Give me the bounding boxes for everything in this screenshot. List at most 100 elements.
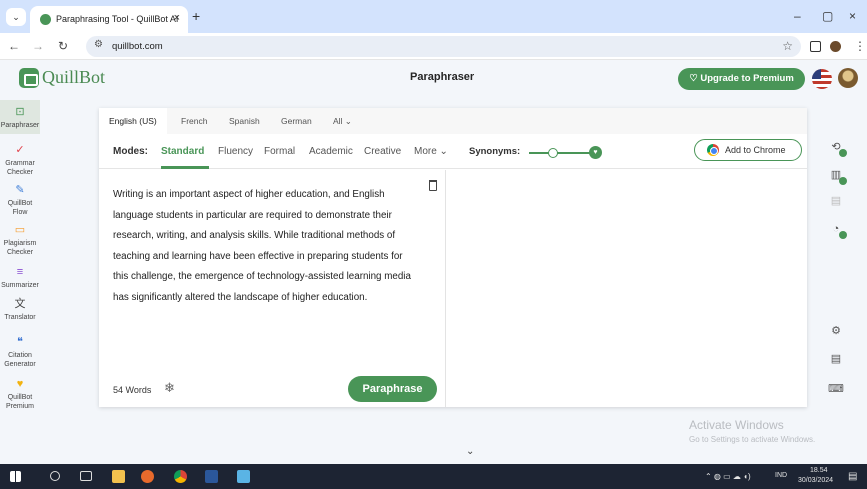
active-mode-indicator bbox=[161, 166, 209, 169]
close-window-button[interactable]: × bbox=[849, 10, 856, 22]
system-tray-icons[interactable]: ⌃ ◍ ▭ ☁ ◖) bbox=[705, 472, 751, 481]
maximize-button[interactable]: ▢ bbox=[822, 10, 833, 22]
site-info-icon[interactable]: ⚙ bbox=[94, 39, 103, 50]
chevron-down-icon[interactable]: ⌄ bbox=[466, 446, 474, 457]
settings-icon[interactable]: ⚙ bbox=[828, 324, 844, 338]
notifications-icon[interactable]: ▤ bbox=[848, 471, 857, 482]
mode-creative[interactable]: Creative bbox=[364, 146, 401, 157]
reload-icon[interactable]: ↻ bbox=[58, 39, 68, 53]
quillbot-favicon-icon bbox=[40, 14, 51, 25]
mode-academic[interactable]: Academic bbox=[309, 146, 353, 157]
upgrade-to-premium-button[interactable]: ♡ Upgrade to Premium bbox=[678, 68, 805, 90]
add-to-chrome-button[interactable]: Add to Chrome bbox=[694, 139, 802, 161]
output-panel[interactable] bbox=[446, 170, 807, 407]
profile-avatar-icon[interactable] bbox=[830, 41, 841, 52]
activate-windows-subtitle: Go to Settings to activate Windows. bbox=[689, 435, 816, 444]
tab-all-languages[interactable]: All ⌄ bbox=[333, 116, 352, 127]
synonyms-label: Synonyms: bbox=[469, 146, 521, 157]
chrome-taskbar-icon[interactable] bbox=[174, 470, 187, 483]
history-icon[interactable]: ⟲ bbox=[828, 140, 847, 157]
url-text[interactable]: quillbot.com bbox=[112, 41, 163, 52]
synonyms-slider-thumb[interactable] bbox=[548, 148, 558, 158]
browser-tab[interactable]: Paraphrasing Tool - QuillBot AI × bbox=[30, 6, 188, 33]
input-language[interactable]: IND bbox=[775, 472, 787, 479]
statistics-icon[interactable]: ▤ bbox=[828, 194, 844, 208]
task-view-icon[interactable] bbox=[80, 471, 92, 481]
user-avatar[interactable] bbox=[838, 68, 858, 88]
summarizer-icon: ≡ bbox=[16, 266, 24, 278]
input-text[interactable]: Writing is an important aspect of higher… bbox=[113, 185, 418, 308]
tab-english-us[interactable]: English (US) bbox=[99, 108, 167, 134]
plagiarism-icon: ▭ bbox=[14, 224, 26, 236]
compare-icon[interactable]: ▥ bbox=[828, 168, 847, 185]
paraphraser-card: English (US) French Spanish German All ⌄… bbox=[99, 108, 807, 407]
sidebar-item-label: Grammar Checker bbox=[5, 160, 35, 176]
us-flag-icon[interactable] bbox=[812, 69, 832, 89]
forward-icon[interactable]: → bbox=[32, 39, 44, 53]
sidebar-item-translator[interactable]: 文 Translator bbox=[0, 292, 40, 322]
sidebar-item-grammar-checker[interactable]: ✓ Grammar Checker bbox=[0, 138, 40, 176]
browser-menu-icon[interactable]: ⋮ bbox=[854, 39, 866, 53]
modes-toolbar: Modes: Standard Fluency Formal Academic … bbox=[99, 134, 807, 169]
word-icon[interactable] bbox=[205, 470, 218, 483]
tab-search-icon[interactable]: ⌄ bbox=[6, 8, 26, 26]
tone-icon[interactable]: ◔ bbox=[828, 222, 847, 239]
new-tab-button[interactable]: + bbox=[192, 9, 200, 23]
paraphraser-icon: ⊡ bbox=[15, 106, 25, 118]
browser-toolbar: ← → ↻ ⚙ quillbot.com ☆ ⋮ bbox=[0, 33, 867, 60]
chrome-icon bbox=[707, 144, 719, 156]
premium-icon: ♥ bbox=[16, 378, 24, 390]
quillbot-logo-icon[interactable] bbox=[19, 68, 39, 88]
synonyms-slider-track[interactable] bbox=[529, 152, 593, 154]
input-editor[interactable]: Writing is an important aspect of higher… bbox=[99, 170, 445, 407]
app-icon[interactable] bbox=[141, 470, 154, 483]
clock-date[interactable]: 30/03/2024 bbox=[798, 477, 833, 484]
mode-fluency[interactable]: Fluency bbox=[218, 146, 253, 157]
app-header: QuillBot Paraphraser ♡ Upgrade to Premiu… bbox=[0, 60, 867, 96]
sidebar-item-citation-generator[interactable]: ❝ Citation Generator bbox=[0, 330, 40, 368]
tab-title: Paraphrasing Tool - QuillBot AI bbox=[56, 14, 179, 24]
minimize-button[interactable]: – bbox=[794, 10, 801, 22]
clock-time[interactable]: 18.54 bbox=[810, 467, 828, 474]
bookmark-star-icon[interactable]: ☆ bbox=[782, 39, 793, 53]
freeze-words-icon[interactable]: ❄ bbox=[164, 381, 175, 394]
tab-close-icon[interactable]: × bbox=[174, 12, 180, 24]
translator-icon: 文 bbox=[14, 298, 26, 310]
mode-more-dropdown[interactable]: More ⌄ bbox=[414, 146, 448, 157]
tab-spanish[interactable]: Spanish bbox=[229, 116, 260, 126]
sidebar-item-plagiarism-checker[interactable]: ▭ Plagiarism Checker bbox=[0, 218, 40, 256]
search-icon[interactable] bbox=[50, 471, 60, 481]
synonyms-premium-icon[interactable]: ♥ bbox=[589, 146, 602, 159]
photos-icon[interactable] bbox=[237, 470, 250, 483]
sidebar-item-quillbot-premium[interactable]: ♥ QuillBot Premium bbox=[0, 372, 40, 412]
sidebar-item-label: Citation Generator bbox=[4, 352, 36, 368]
sidebar-toggle-icon[interactable] bbox=[810, 41, 821, 52]
sidebar-item-quillbot-flow[interactable]: ✎ QuillBot Flow bbox=[0, 178, 40, 216]
compare-premium-badge-icon bbox=[839, 177, 847, 185]
windows-taskbar: ⌃ ◍ ▭ ☁ ◖) IND 18.54 30/03/2024 ▤ bbox=[0, 464, 867, 489]
keyboard-icon[interactable]: ⌨ bbox=[828, 382, 844, 396]
history-premium-badge-icon bbox=[839, 149, 847, 157]
activate-windows-title: Activate Windows bbox=[689, 418, 784, 432]
start-icon[interactable] bbox=[10, 471, 21, 482]
activate-windows-watermark: Activate Windows Go to Settings to activ… bbox=[689, 418, 815, 444]
logo-text[interactable]: QuillBot bbox=[42, 67, 105, 88]
right-tool-rail: ⟲ ▥ ▤ ◔ ⚙ ▤ ⌨ bbox=[822, 136, 852, 406]
address-bar[interactable]: ⚙ quillbot.com ☆ bbox=[86, 36, 801, 57]
sidebar-item-summarizer[interactable]: ≡ Summarizer bbox=[0, 260, 40, 289]
file-explorer-icon[interactable] bbox=[112, 470, 125, 483]
mode-standard[interactable]: Standard bbox=[161, 146, 204, 157]
mode-formal[interactable]: Formal bbox=[264, 146, 295, 157]
modes-label: Modes: bbox=[113, 146, 148, 157]
feedback-icon[interactable]: ▤ bbox=[828, 352, 844, 366]
language-tabs: English (US) French Spanish German All ⌄ bbox=[99, 108, 807, 134]
delete-text-icon[interactable] bbox=[429, 180, 437, 191]
sidebar-item-label: Paraphraser bbox=[0, 122, 40, 129]
paraphrase-button[interactable]: Paraphrase bbox=[348, 376, 437, 402]
sidebar-item-label: Plagiarism Checker bbox=[3, 240, 37, 256]
tab-french[interactable]: French bbox=[181, 116, 207, 126]
flow-icon: ✎ bbox=[15, 184, 25, 196]
tab-german[interactable]: German bbox=[281, 116, 312, 126]
back-icon[interactable]: ← bbox=[8, 39, 20, 53]
sidebar-item-paraphraser[interactable]: ⊡ Paraphraser bbox=[0, 100, 40, 134]
